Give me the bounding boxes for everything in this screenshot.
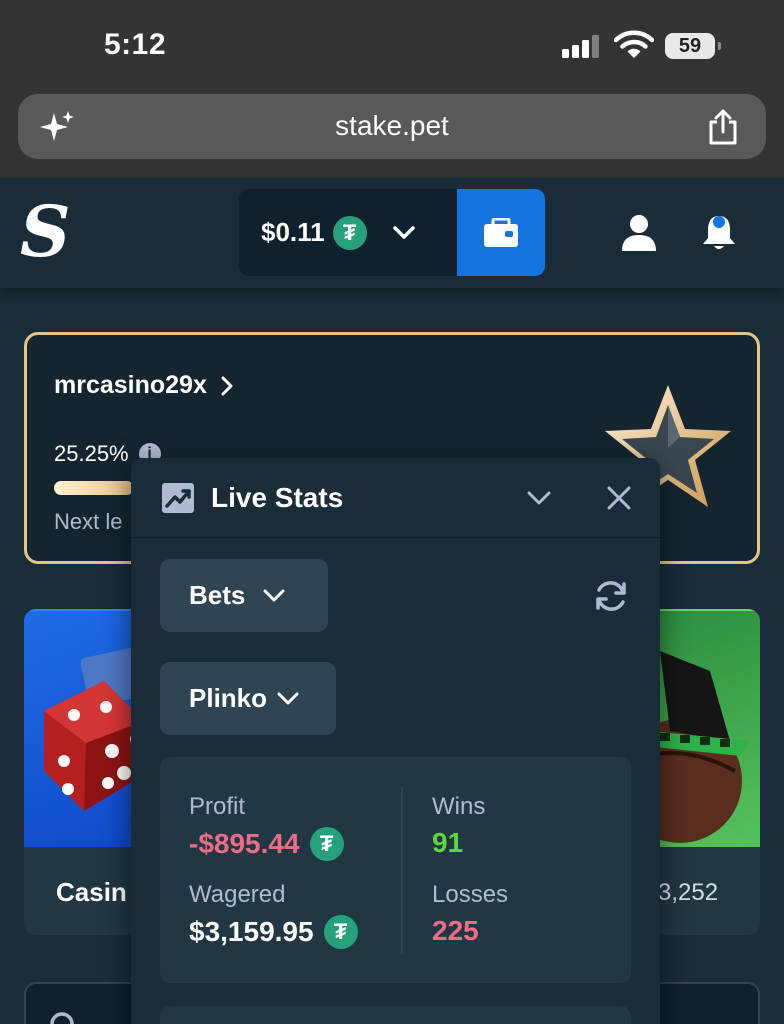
tether-icon: ₮ (332, 215, 367, 250)
chevron-right-icon (221, 376, 233, 395)
chevron-down-icon (392, 225, 415, 239)
wallet-amount: $0.11 (261, 217, 325, 247)
url-text[interactable]: stake.pet (18, 110, 766, 142)
live-stats-header[interactable]: Live Stats (131, 458, 660, 538)
chevron-down-icon (263, 589, 285, 601)
casino-tile-label: Casin (56, 877, 127, 907)
wifi-icon (614, 30, 654, 58)
bets-dropdown-label: Bets (189, 580, 246, 610)
wagered-value-row: $3,159.95 ₮ (189, 915, 358, 949)
bets-dropdown[interactable]: Bets (160, 559, 328, 632)
wins-label: Wins (432, 793, 486, 820)
stats-summary: Profit -$895.44 ₮ Wagered $3,159.95 ₮ Wi… (160, 757, 631, 983)
share-icon[interactable] (706, 108, 740, 146)
wallet-balance-selector[interactable]: $0.11 ₮ (239, 189, 457, 276)
vip-progress-bar (54, 481, 134, 495)
wallet-button[interactable] (457, 189, 545, 276)
game-dropdown-label: Plinko (189, 683, 268, 713)
notification-bell-icon[interactable] (700, 212, 738, 252)
close-icon[interactable] (607, 486, 631, 510)
profit-value-row: -$895.44 ₮ (189, 827, 344, 861)
wallet-icon (484, 217, 518, 247)
vip-next-level-text: Next le (54, 509, 123, 534)
status-time: 5:12 (104, 28, 167, 61)
stats-divider (401, 787, 403, 953)
refresh-icon[interactable] (593, 580, 629, 612)
cellular-signal-icon (562, 34, 599, 58)
address-bar[interactable]: stake.pet (18, 94, 766, 159)
user-icon[interactable] (620, 214, 658, 252)
vip-username: mrcasino29x (54, 371, 207, 399)
losses-value: 225 (432, 915, 479, 946)
live-stats-title: Live Stats (211, 482, 344, 513)
vip-progress-text: 25.25% (54, 441, 129, 466)
app-header: S $0.11 ₮ (0, 178, 784, 288)
chevron-down-icon (277, 692, 299, 704)
live-stats-panel[interactable]: Live Stats Bets Plinko Profit -$895.44 ₮… (131, 458, 660, 1024)
wins-value: 91 (432, 827, 464, 858)
ios-browser-chrome: 5:12 59 stake.pet (0, 0, 784, 178)
vip-username-link[interactable]: mrcasino29x (54, 371, 233, 400)
tether-icon: ₮ (309, 827, 344, 861)
stake-logo[interactable]: S (20, 196, 71, 268)
losses-label: Losses (432, 881, 509, 908)
search-icon (50, 1012, 74, 1024)
tether-icon: ₮ (323, 915, 358, 949)
profit-value: -$895.44 (189, 828, 300, 859)
wagered-label: Wagered (189, 881, 286, 908)
trending-chart-icon (162, 483, 194, 513)
wagered-value: $3,159.95 (189, 916, 314, 947)
profit-label: Profit (189, 793, 246, 820)
game-dropdown[interactable]: Plinko (160, 662, 336, 735)
chevron-down-icon[interactable] (527, 490, 551, 506)
battery-icon: 59 (665, 33, 721, 59)
sports-tile-count: 3,252 (658, 879, 719, 906)
stats-chart-area (160, 1006, 631, 1024)
